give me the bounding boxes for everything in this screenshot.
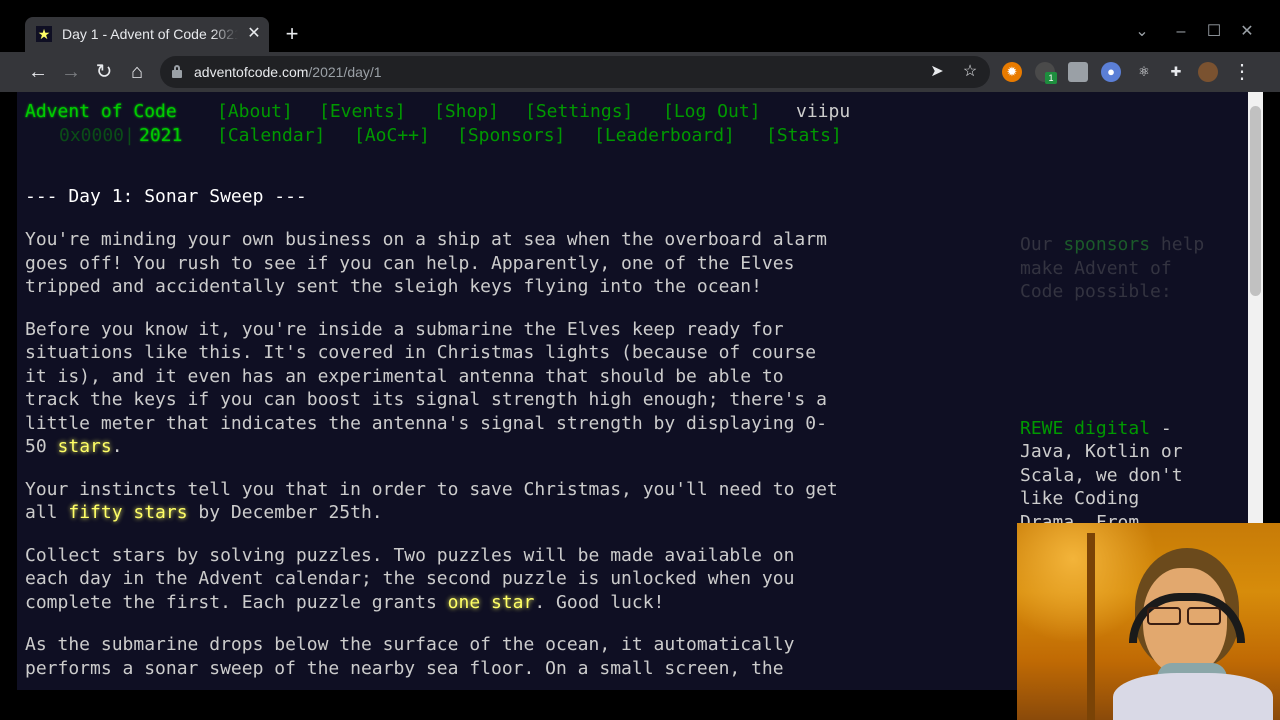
address-bar[interactable]: adventofcode.com/2021/day/1 ➤ ☆ (160, 56, 990, 88)
nav-sponsors-link[interactable]: [Sponsors] (457, 124, 565, 148)
puzzle-article: --- Day 1: Sonar Sweep --- You're mindin… (25, 184, 905, 690)
extension-atom-icon[interactable]: ⚛ (1134, 62, 1154, 82)
tab-title: Day 1 - Advent of Code 2021 (62, 26, 238, 42)
close-window-icon[interactable]: ✕ (1236, 22, 1258, 42)
nav-stats-link[interactable]: [Stats] (766, 124, 842, 148)
fifty-stars-emphasis: fifty stars (68, 502, 188, 523)
back-arrow-icon[interactable]: ← (26, 60, 50, 84)
profile-avatar[interactable] (1198, 62, 1218, 82)
paragraph-5: As the submarine drops below the surface… (25, 634, 795, 679)
sidebar-sponsors-link[interactable]: sponsors (1063, 234, 1150, 255)
paragraph-1: You're minding your own business on a sh… (25, 229, 827, 297)
extension-sun-icon[interactable]: ✹ (1002, 62, 1022, 82)
tab-strip: ★ Day 1 - Advent of Code 2021 ✕ + ⌄ – ☐ … (0, 0, 1280, 52)
aoc-favicon-icon: ★ (36, 26, 52, 42)
maximize-window-icon[interactable]: ☐ (1203, 22, 1225, 42)
sponsor-rewe-link[interactable]: REWE digital (1020, 418, 1150, 439)
nav-shop-link[interactable]: [Shop] (434, 100, 499, 124)
forward-arrow-icon[interactable]: → (59, 60, 83, 84)
extension-circle-icon[interactable]: ● (1101, 62, 1121, 82)
username: viipu (796, 101, 851, 122)
extension-cube-icon[interactable] (1068, 62, 1088, 82)
send-page-icon[interactable]: ➤ (927, 62, 947, 82)
reload-icon[interactable]: ↻ (92, 60, 116, 84)
new-tab-button[interactable]: + (281, 22, 303, 46)
browser-tab-active[interactable]: ★ Day 1 - Advent of Code 2021 ✕ (25, 17, 269, 52)
browser-toolbar: ← → ↻ ⌂ adventofcode.com/2021/day/1 ➤ ☆ … (0, 52, 1280, 92)
nav-logout-link[interactable]: [Log Out] (663, 100, 761, 124)
one-star-emphasis: one star (447, 591, 535, 613)
paragraph-2: Before you know it, you're inside a subm… (25, 318, 827, 458)
day-heading: --- Day 1: Sonar Sweep --- (25, 186, 307, 207)
paragraph-4: Collect stars by solving puzzles. Two pu… (25, 544, 795, 613)
year-prefix: 0x0000| (59, 125, 135, 146)
url-text[interactable]: adventofcode.com/2021/day/1 (194, 63, 382, 81)
stars-emphasis: stars (57, 436, 112, 457)
minimize-window-icon[interactable]: – (1170, 22, 1192, 42)
site-title-link[interactable]: Advent of Code (25, 100, 177, 124)
bookmark-star-icon[interactable]: ☆ (960, 62, 980, 82)
extension-badge-icon[interactable]: 1 (1035, 62, 1057, 84)
sidebar-intro: Our sponsors help make Advent of Code po… (1020, 234, 1205, 302)
home-icon[interactable]: ⌂ (125, 60, 149, 84)
nav-leaderboard-link[interactable]: [Leaderboard] (594, 124, 735, 148)
paragraph-3: Your instincts tell you that in order to… (25, 478, 838, 524)
event-year-link[interactable]: 2021 (139, 124, 182, 148)
nav-settings-link[interactable]: [Settings] (525, 100, 633, 124)
scrollbar-thumb[interactable] (1250, 106, 1261, 296)
nav-about-link[interactable]: [About] (217, 100, 293, 124)
webcam-overlay (1017, 523, 1280, 720)
nav-aocplusplus-link[interactable]: [AoC++] (354, 124, 430, 148)
tab-search-chevron-icon[interactable]: ⌄ (1131, 22, 1153, 42)
browser-menu-icon[interactable]: ⋮ (1230, 60, 1254, 84)
nav-calendar-link[interactable]: [Calendar] (217, 124, 325, 148)
nav-events-link[interactable]: [Events] (319, 100, 406, 124)
lock-icon[interactable] (172, 65, 182, 78)
tab-close-icon[interactable]: ✕ (246, 25, 262, 43)
extensions-puzzle-icon[interactable]: ✚ (1166, 62, 1186, 82)
